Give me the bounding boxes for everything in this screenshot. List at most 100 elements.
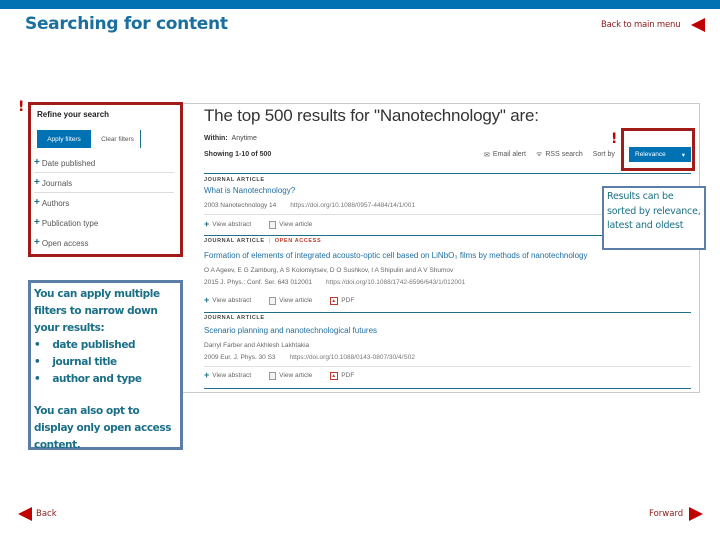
filter-callout-outro: You can also opt to display only open ac… [34, 405, 172, 451]
result-authors: Darryl Farber and Akhlesh Lakhtakia [204, 342, 310, 349]
divider [34, 192, 174, 193]
filter-authors[interactable]: + Authors [34, 198, 174, 208]
open-access-badge: OPEN ACCESS [274, 238, 322, 244]
result-actions: + View abstract View article ▲ PDF [204, 371, 354, 380]
back-arrow-icon [691, 18, 706, 32]
filter-label: Publication type [41, 218, 99, 228]
plus-icon: + [204, 370, 210, 380]
apply-filters-button[interactable]: Apply filters [37, 130, 91, 148]
result-type: JOURNAL ARTICLE [204, 177, 265, 183]
plus-icon: + [34, 157, 40, 168]
list-item: • journal title [34, 354, 177, 371]
divider [204, 312, 691, 313]
view-article-button[interactable]: View article [269, 220, 312, 229]
forward-button[interactable]: Forward [649, 507, 704, 521]
view-abstract-button[interactable]: + View abstract [204, 371, 251, 380]
document-icon [269, 296, 277, 305]
alert-mark-sort: ! [611, 131, 618, 147]
within-value[interactable]: Anytime [232, 135, 257, 142]
plus-icon: + [204, 295, 210, 305]
pdf-button[interactable]: ▲ PDF [330, 296, 355, 305]
result-actions: + View abstract View article ▲ PDF [204, 296, 354, 305]
pdf-icon: ▲ [330, 371, 339, 380]
view-article-button[interactable]: View article [269, 371, 313, 380]
clear-filters-button[interactable]: Clear filters [95, 130, 141, 148]
result-authors: O A Ageev, E G Zamburg, A S Kolomiytsev,… [204, 267, 454, 274]
pdf-label: PDF [341, 297, 355, 304]
email-alert-link[interactable]: ✉ Email alert [484, 151, 526, 159]
filter-journals[interactable]: + Journals [34, 178, 174, 188]
divider [204, 173, 691, 174]
result-citation: 2003 Nanotechnology 14 https://doi.org/10… [204, 202, 415, 209]
list-item: • author and type [34, 371, 177, 388]
filter-callout-intro: You can apply multiple filters to narrow… [34, 288, 160, 334]
sort-by-label: Sort by [592, 151, 615, 158]
email-alert-label: Email alert [492, 151, 526, 158]
back-to-main-menu-link[interactable]: Back to main menu [601, 18, 706, 32]
plus-icon: + [34, 237, 40, 248]
results-toolbar: ✉ Email alert ᯤ RSS search Sort by [484, 150, 615, 159]
pdf-icon: ▲ [330, 296, 339, 305]
alert-mark-filters: ! [18, 99, 25, 115]
view-article-label: View article [279, 297, 313, 304]
slide-title: Searching for content [25, 14, 228, 34]
filter-callout: You can apply multiple filters to narrow… [28, 280, 183, 451]
filter-label: Authors [41, 198, 70, 208]
sort-highlight-box [621, 128, 695, 171]
doi-link[interactable]: https://doi.org/10.1088/0957-4484/14/1/0… [290, 202, 415, 209]
doi-link[interactable]: https://doi.org/10.1088/1742-6596/643/1/… [326, 279, 465, 286]
view-article-button[interactable]: View article [269, 296, 313, 305]
rss-icon: ᯤ [535, 151, 543, 158]
filter-label: Open access [41, 238, 89, 248]
bullet-text: date published [52, 339, 136, 351]
rss-search-label: RSS search [545, 151, 583, 158]
separator: | [268, 238, 271, 244]
bullet-text: author and type [52, 373, 142, 385]
forward-label: Forward [649, 509, 684, 519]
citation-text: 2009 Eur. J. Phys. 30 S3 [204, 354, 276, 361]
document-icon [269, 371, 277, 380]
result-type: JOURNAL ARTICLE [204, 315, 265, 321]
top-bar [0, 0, 720, 9]
back-to-main-menu-label: Back to main menu [601, 20, 681, 30]
back-arrow-icon [18, 507, 32, 521]
filter-heading: Refine your search [37, 110, 110, 119]
result-citation: 2015 J. Phys.: Conf. Ser. 643 012001 http… [204, 279, 465, 286]
view-abstract-button[interactable]: + View abstract [204, 296, 251, 305]
result-title-link[interactable]: Formation of elements of integrated acou… [204, 251, 587, 260]
back-label: Back [36, 509, 57, 519]
showing-count: Showing 1-10 of 500 [204, 151, 272, 158]
back-button[interactable]: Back [18, 507, 57, 521]
filter-callout-list: • date published • journal title • author a… [34, 337, 177, 388]
doi-link[interactable]: https://doi.org/10.1088/0143-0807/30/4/S… [290, 354, 415, 361]
result-citation: 2009 Eur. J. Phys. 30 S3 https://doi.org/… [204, 354, 415, 361]
plus-icon: + [34, 177, 40, 188]
rss-search-link[interactable]: ᯤ RSS search [536, 150, 583, 159]
document-icon [269, 220, 277, 229]
filter-panel: Refine your search Apply filters Clear f… [28, 102, 183, 257]
filter-label: Date published [41, 158, 96, 168]
bullet: • [34, 339, 41, 351]
result-title-link[interactable]: What is Nanotechnology? [204, 186, 295, 195]
plus-icon: + [34, 197, 40, 208]
plus-icon: + [204, 219, 210, 229]
pdf-label: PDF [341, 372, 355, 379]
within-label: Within: [204, 135, 228, 142]
result-title-link[interactable]: Scenario planning and nanotechnological … [204, 326, 377, 335]
filter-publication-type[interactable]: + Publication type [34, 218, 174, 228]
sort-callout: Results can be sorted by relevance, late… [602, 186, 706, 250]
plus-icon: + [34, 217, 40, 228]
bullet: • [34, 373, 41, 385]
pdf-button[interactable]: ▲ PDF [330, 371, 355, 380]
view-article-label: View article [279, 372, 313, 379]
result-type-label: JOURNAL ARTICLE [204, 238, 265, 244]
result-type-label: JOURNAL ARTICLE [204, 177, 265, 183]
result-type-label: JOURNAL ARTICLE [204, 315, 265, 321]
view-abstract-button[interactable]: + View abstract [204, 220, 251, 229]
view-abstract-label: View abstract [212, 372, 252, 379]
filter-open-access[interactable]: + Open access [34, 238, 174, 248]
filter-date-published[interactable]: + Date published [34, 158, 174, 168]
envelope-icon: ✉ [484, 151, 490, 159]
view-abstract-label: View abstract [212, 297, 252, 304]
